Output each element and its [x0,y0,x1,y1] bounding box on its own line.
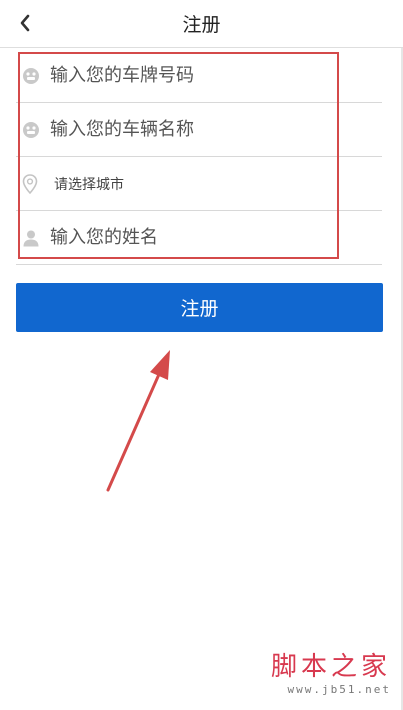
plate-row [16,49,382,103]
person-icon [16,211,48,264]
vehicle-name-input[interactable] [48,103,382,156]
register-button[interactable]: 注册 [16,283,383,332]
top-bar: 注册 [0,0,403,48]
registration-form: 请选择城市 [16,49,382,265]
plate-number-input[interactable] [48,49,382,102]
city-select[interactable]: 请选择城市 [48,174,124,194]
location-pin-icon [16,157,48,210]
car-badge-icon [16,49,48,102]
vehicle-name-row [16,103,382,157]
watermark-url: www.jb51.net [287,683,391,696]
watermark-logo-text: 脚本之家 [270,652,391,682]
city-select-row[interactable]: 请选择城市 [16,157,382,211]
name-input[interactable] [48,211,382,264]
car-badge-icon [16,103,48,156]
page-title: 注册 [182,14,221,36]
site-watermark: 脚本之家 www.jb51.net [271,646,391,696]
name-row [16,211,382,265]
